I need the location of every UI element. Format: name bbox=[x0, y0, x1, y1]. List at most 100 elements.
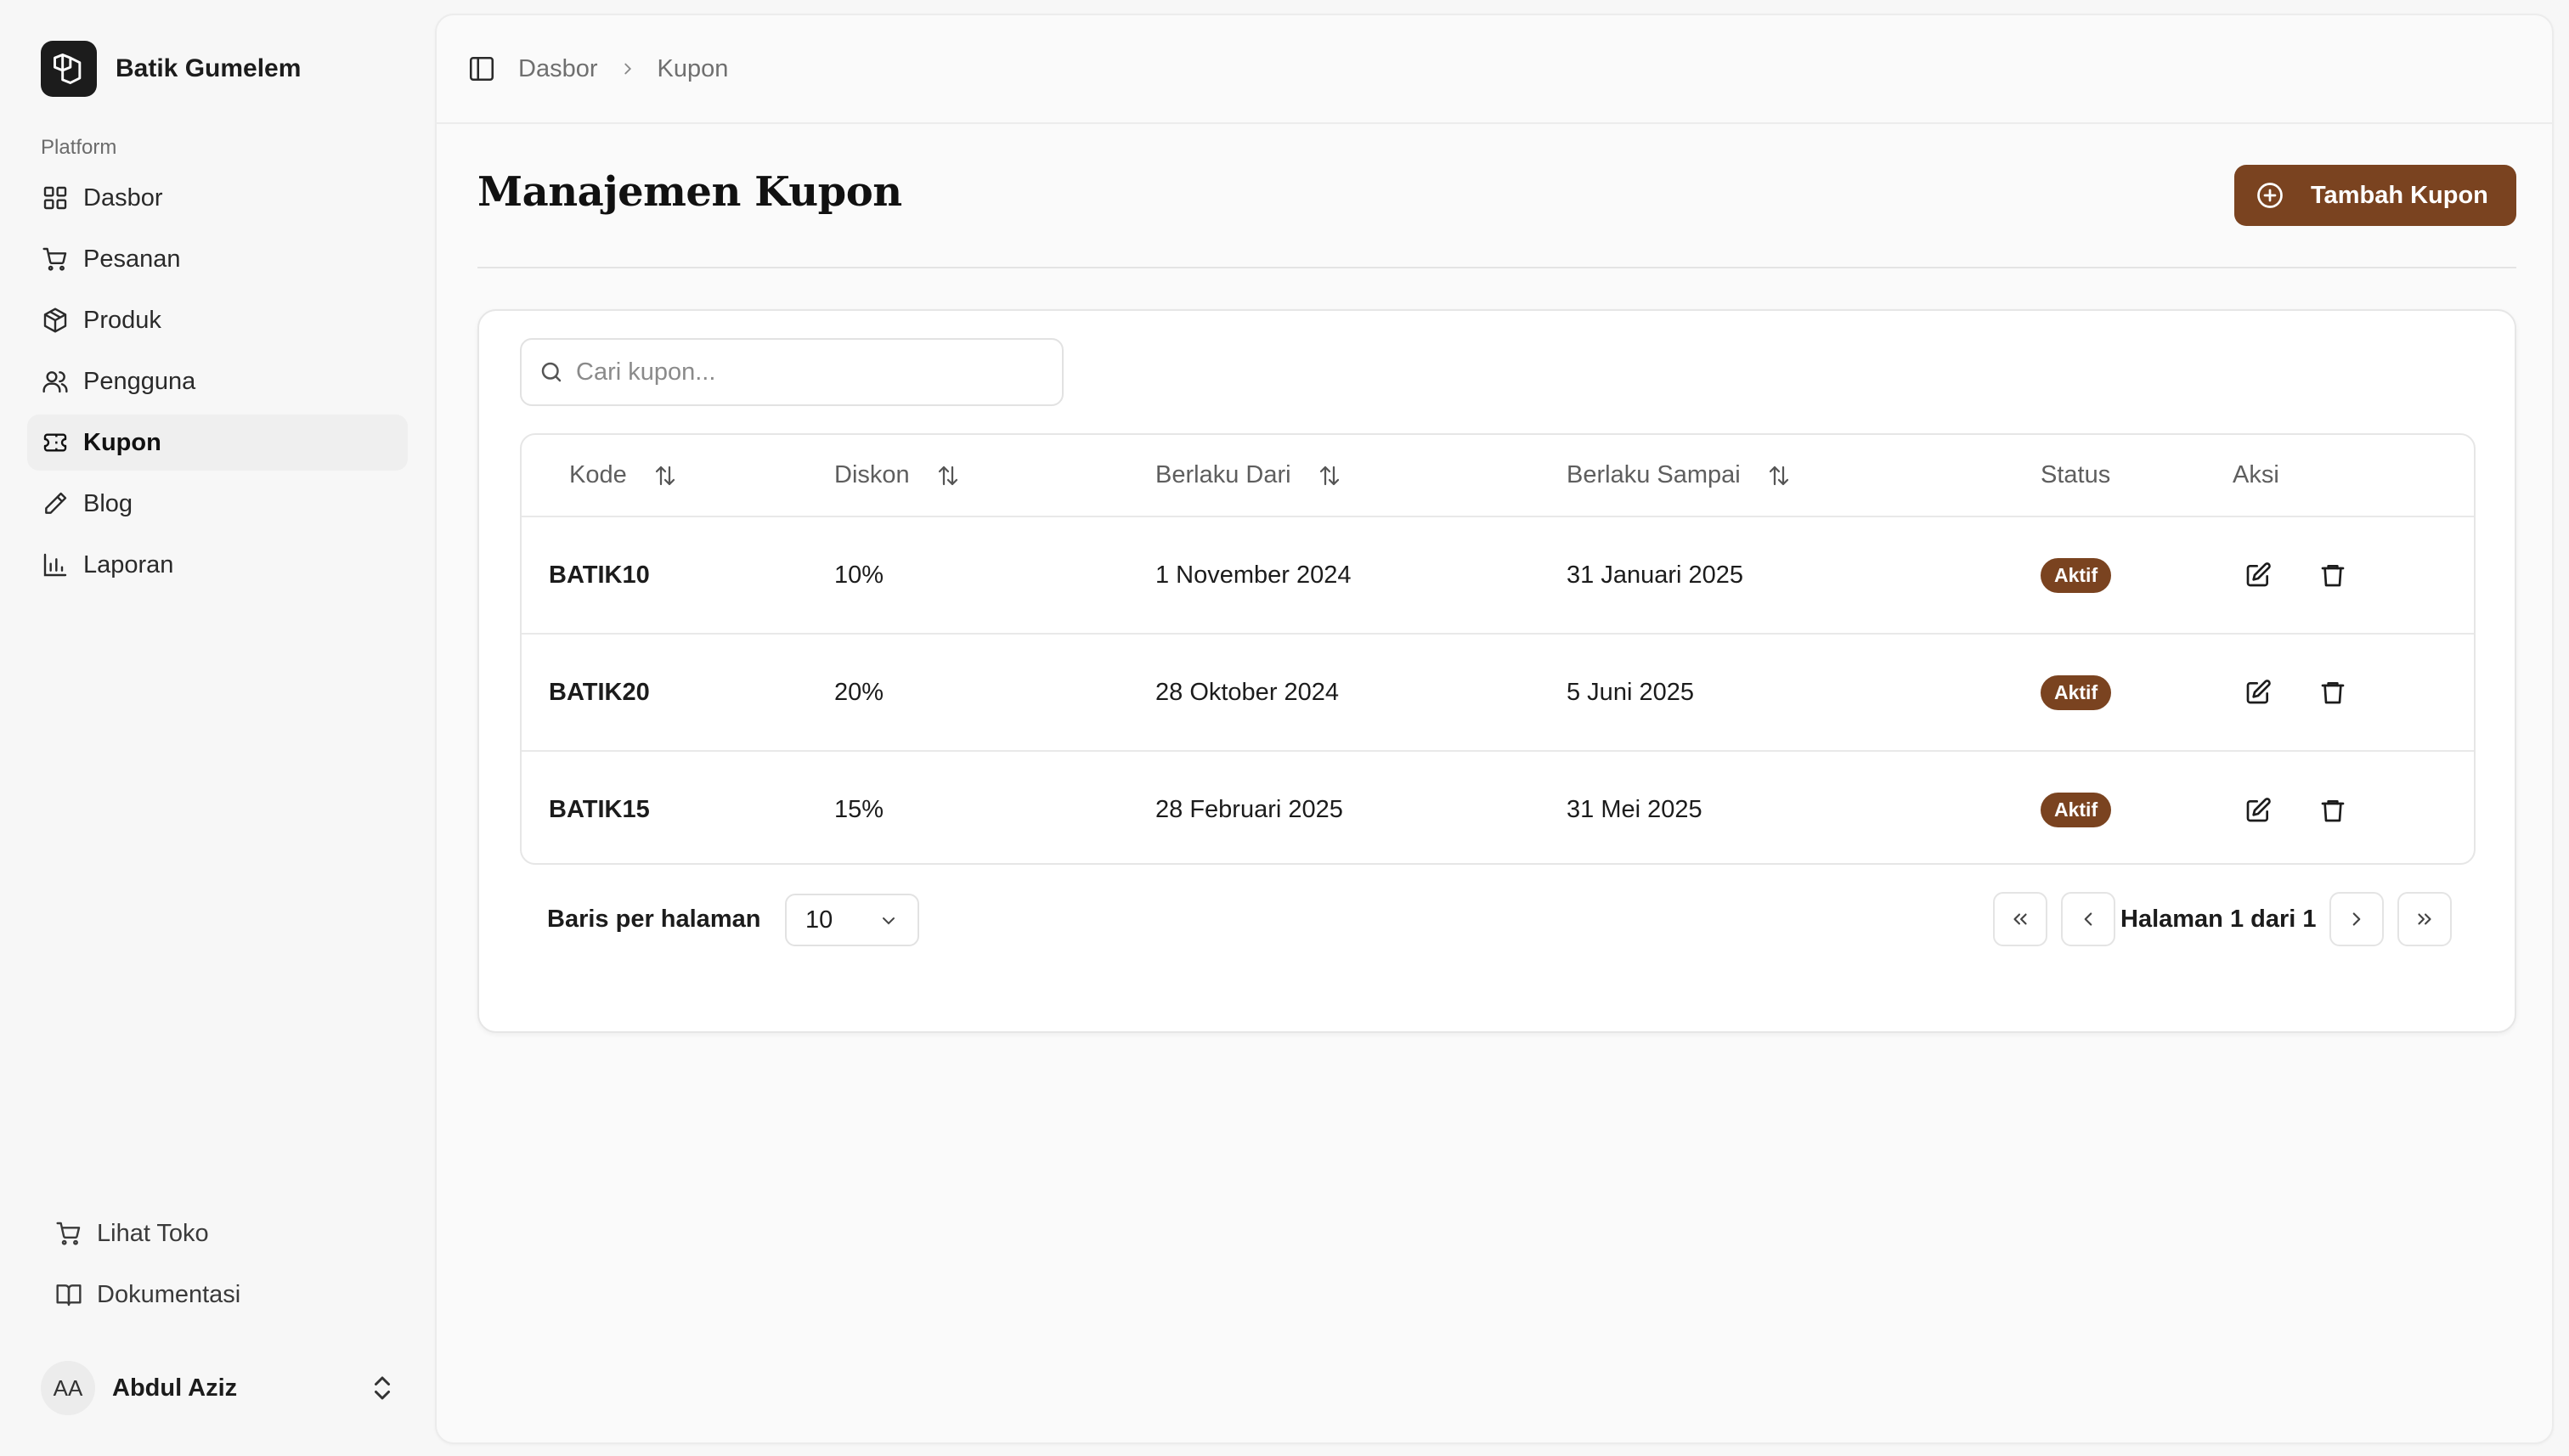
table-header-row: Kode Diskon Berlaku Dari Berlaku Sampai … bbox=[522, 435, 2474, 516]
rows-per-page-select[interactable]: 10 bbox=[785, 894, 919, 946]
edit-button[interactable] bbox=[2239, 674, 2277, 711]
header-sampai-label: Berlaku Sampai bbox=[1567, 461, 1741, 488]
plus-circle-icon bbox=[2257, 183, 2283, 208]
lihat-toko-label: Lihat Toko bbox=[97, 1219, 209, 1247]
status-badge: Aktif bbox=[2041, 557, 2112, 593]
user-name: Abdul Aziz bbox=[112, 1374, 238, 1402]
sort-icon bbox=[938, 466, 957, 485]
sidebar-item-laporan[interactable]: Laporan bbox=[27, 537, 408, 593]
cell-diskon: 15% bbox=[834, 796, 884, 823]
add-coupon-label: Tambah Kupon bbox=[2311, 181, 2488, 209]
chevron-down-icon bbox=[883, 917, 895, 925]
main-panel: Dasbor Kupon Manajemen Kupon Tambah Kupo… bbox=[435, 14, 2554, 1444]
chevron-left-icon bbox=[2084, 912, 2092, 926]
cart-icon bbox=[41, 245, 70, 274]
ticket-icon bbox=[41, 428, 70, 457]
edit-button[interactable] bbox=[2239, 792, 2277, 829]
dokumentasi-link[interactable]: Dokumentasi bbox=[41, 1264, 398, 1325]
cell-berlaku-dari: 1 November 2024 bbox=[1155, 561, 1352, 589]
status-badge: Aktif bbox=[2041, 793, 2112, 827]
sidebar-item-kupon[interactable]: Kupon bbox=[27, 415, 408, 471]
cell-berlaku-sampai: 31 Mei 2025 bbox=[1567, 796, 1702, 823]
sidebar-item-pesanan[interactable]: Pesanan bbox=[27, 231, 408, 287]
topbar: Dasbor Kupon bbox=[437, 15, 2552, 124]
sidebar-footer-links: Lihat Toko Dokumentasi bbox=[41, 1203, 398, 1325]
edit-icon bbox=[2246, 797, 2271, 821]
table-row: BATIK20 20% 28 Oktober 2024 5 Juni 2025 … bbox=[522, 634, 2474, 751]
header-aksi-label: Aksi bbox=[2233, 461, 2279, 488]
cell-diskon: 10% bbox=[834, 561, 884, 589]
trash-icon bbox=[2321, 682, 2345, 704]
breadcrumb-dasbor[interactable]: Dasbor bbox=[518, 55, 598, 83]
sidebar-item-label: Dasbor bbox=[83, 183, 163, 212]
cell-diskon: 20% bbox=[834, 678, 884, 706]
sidebar-item-label: Kupon bbox=[83, 428, 161, 456]
trash-icon bbox=[2321, 565, 2345, 587]
header-status-label: Status bbox=[2041, 461, 2111, 488]
chevrons-right-icon bbox=[2418, 913, 2431, 925]
header-kode-label: Kode bbox=[569, 461, 627, 488]
prev-page-button[interactable] bbox=[2061, 892, 2115, 946]
book-icon bbox=[54, 1280, 83, 1309]
brand-logo-icon bbox=[41, 41, 97, 97]
cell-berlaku-sampai: 5 Juni 2025 bbox=[1567, 678, 1694, 706]
brand[interactable]: Batik Gumelem bbox=[41, 41, 301, 97]
cell-kode: BATIK15 bbox=[549, 796, 650, 823]
cell-kode: BATIK20 bbox=[549, 678, 650, 706]
search-icon bbox=[541, 362, 562, 382]
last-page-button[interactable] bbox=[2397, 892, 2452, 946]
cell-kode: BATIK10 bbox=[549, 561, 650, 589]
edit-icon bbox=[2246, 680, 2271, 704]
next-page-button[interactable] bbox=[2329, 892, 2384, 946]
dokumentasi-label: Dokumentasi bbox=[97, 1280, 241, 1308]
cell-berlaku-dari: 28 Oktober 2024 bbox=[1155, 678, 1340, 706]
chevron-right-icon bbox=[624, 63, 631, 75]
search-input[interactable] bbox=[576, 358, 1052, 387]
cell-berlaku-sampai: 31 Januari 2025 bbox=[1567, 561, 1743, 589]
app-root: Batik Gumelem Platform Dasbor Pesanan Pr… bbox=[0, 0, 2569, 1456]
sidebar-nav: Dasbor Pesanan Produk Pengguna Kupon Blo… bbox=[27, 170, 408, 598]
header-kode[interactable]: Kode bbox=[522, 435, 816, 516]
title-divider bbox=[477, 267, 2516, 268]
grid-icon bbox=[41, 183, 70, 212]
brand-name: Batik Gumelem bbox=[116, 54, 302, 82]
sidebar-item-label: Pesanan bbox=[83, 245, 181, 273]
coupon-table: Kode Diskon Berlaku Dari Berlaku Sampai … bbox=[520, 433, 2476, 865]
edit-button[interactable] bbox=[2239, 556, 2277, 594]
cart-icon bbox=[54, 1219, 83, 1248]
delete-button[interactable] bbox=[2314, 674, 2352, 711]
sort-icon bbox=[1319, 466, 1339, 485]
delete-button[interactable] bbox=[2314, 792, 2352, 829]
page-info: Halaman 1 dari 1 bbox=[2120, 906, 2317, 933]
cell-berlaku-dari: 28 Februari 2025 bbox=[1155, 796, 1343, 823]
box-icon bbox=[41, 306, 70, 335]
page-title: Manajemen Kupon bbox=[477, 168, 902, 216]
rows-per-page-label: Baris per halaman bbox=[547, 906, 761, 933]
rows-per-page-value: 10 bbox=[805, 906, 833, 934]
header-aksi: Aksi bbox=[2187, 435, 2474, 516]
table-row: BATIK15 15% 28 Februari 2025 31 Mei 2025… bbox=[522, 751, 2474, 863]
sidebar-item-blog[interactable]: Blog bbox=[27, 476, 408, 532]
bar-chart-icon bbox=[41, 550, 70, 579]
trash-icon bbox=[2321, 799, 2345, 821]
delete-button[interactable] bbox=[2314, 556, 2352, 594]
sidebar-item-pengguna[interactable]: Pengguna bbox=[27, 353, 408, 409]
header-berlaku-dari[interactable]: Berlaku Dari bbox=[1133, 435, 1543, 516]
chevron-right-icon bbox=[2352, 912, 2361, 926]
header-status: Status bbox=[1995, 435, 2187, 516]
header-diskon[interactable]: Diskon bbox=[816, 435, 1133, 516]
sidebar-item-label: Produk bbox=[83, 306, 161, 334]
add-coupon-button[interactable]: Tambah Kupon bbox=[2234, 165, 2516, 226]
sort-icon bbox=[1769, 466, 1788, 485]
sidebar-item-label: Laporan bbox=[83, 550, 174, 578]
header-dari-label: Berlaku Dari bbox=[1155, 461, 1291, 488]
sidebar-item-dasbor[interactable]: Dasbor bbox=[27, 170, 408, 226]
first-page-button[interactable] bbox=[1993, 892, 2047, 946]
lihat-toko-link[interactable]: Lihat Toko bbox=[41, 1203, 398, 1264]
sidebar: Batik Gumelem Platform Dasbor Pesanan Pr… bbox=[0, 0, 433, 1456]
sidebar-toggle-icon[interactable] bbox=[467, 54, 496, 83]
breadcrumb: Dasbor Kupon bbox=[518, 55, 728, 83]
header-berlaku-sampai[interactable]: Berlaku Sampai bbox=[1543, 435, 1995, 516]
sidebar-item-produk[interactable]: Produk bbox=[27, 292, 408, 348]
user-menu[interactable]: AA Abdul Aziz bbox=[41, 1361, 398, 1415]
